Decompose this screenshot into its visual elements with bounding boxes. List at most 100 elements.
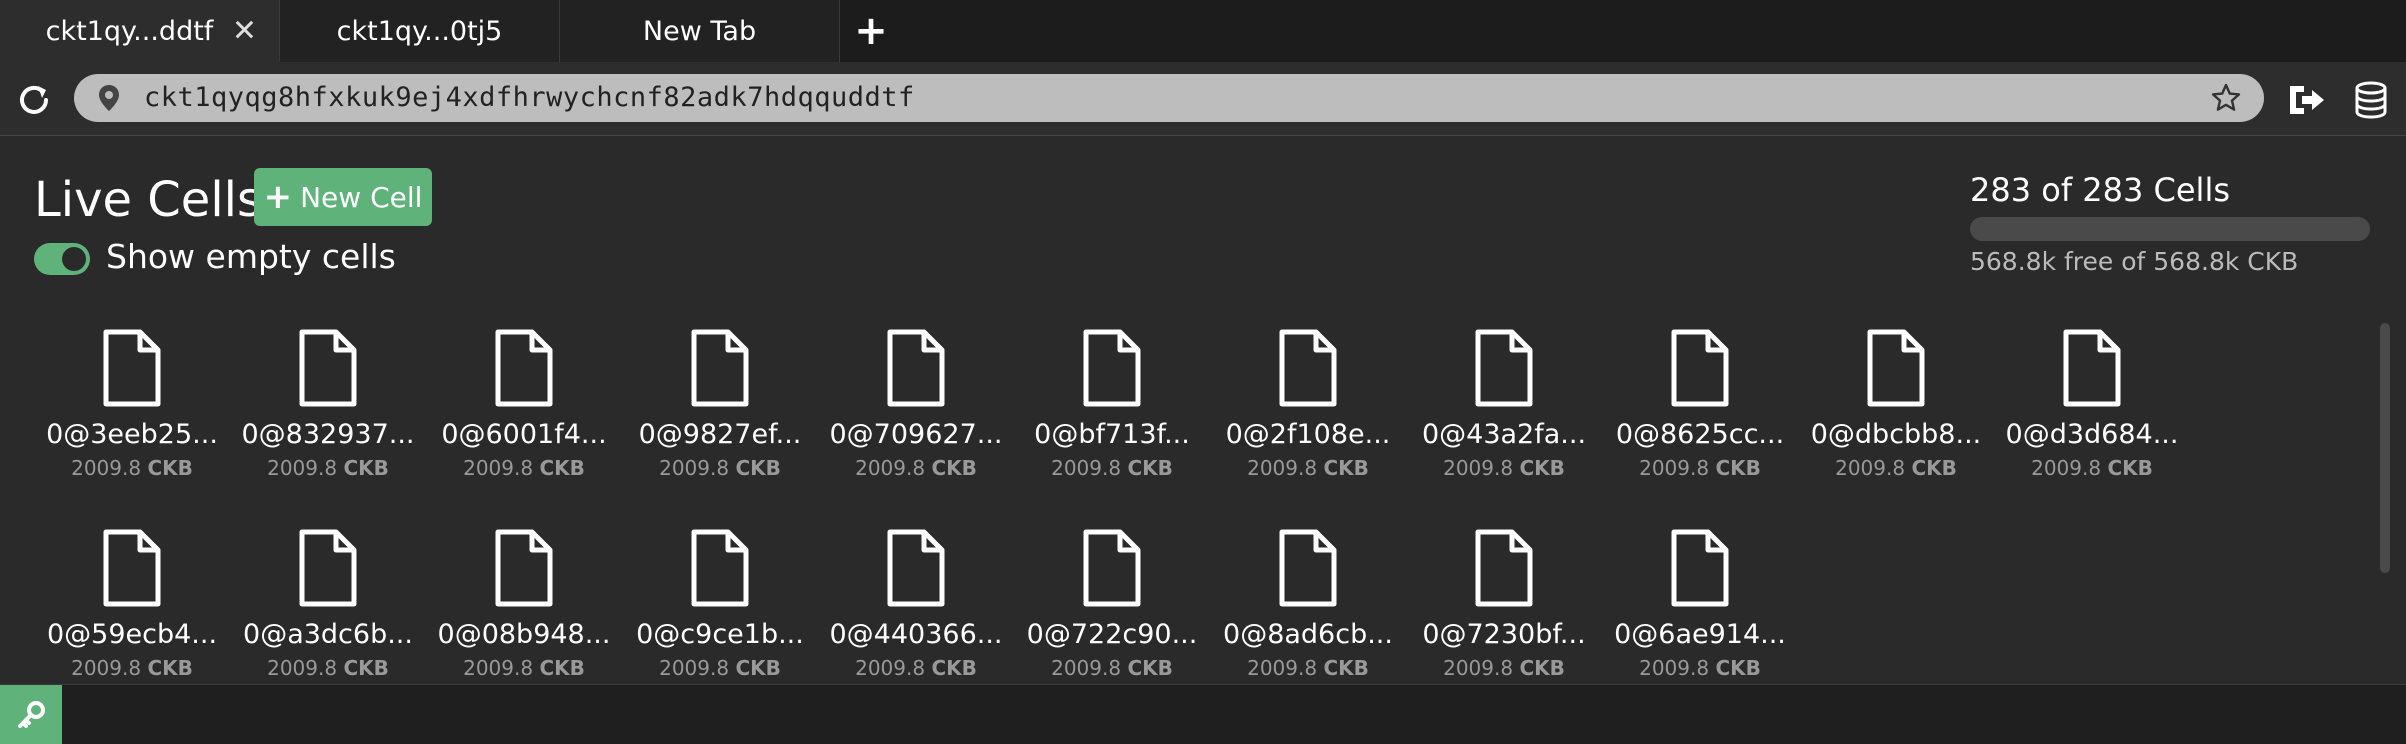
cell-amount-value: 2009.8 bbox=[659, 656, 730, 680]
cell-amount-unit: CKB bbox=[2107, 456, 2153, 480]
file-icon bbox=[1671, 329, 1729, 407]
tab-bar: ckt1qy...ddtf ✕ ckt1qy...0tj5 New Tab + bbox=[0, 0, 2406, 62]
cell-item[interactable]: 0@3eeb25... 2009.8 CKB bbox=[34, 329, 230, 519]
cell-name: 0@c9ce1b... bbox=[636, 619, 804, 650]
cell-amount-unit: CKB bbox=[1127, 456, 1173, 480]
cell-name: 0@6001f4... bbox=[441, 419, 607, 450]
cell-item[interactable]: 0@6001f4... 2009.8 CKB bbox=[426, 329, 622, 519]
cell-name: 0@6ae914... bbox=[1614, 619, 1786, 650]
live-cells-panel: Live Cells + New Cell Show empty cells 2… bbox=[0, 137, 2406, 685]
cell-name: 0@3eeb25... bbox=[46, 419, 218, 450]
cell-amount: 2009.8 CKB bbox=[818, 456, 1014, 480]
file-icon bbox=[299, 329, 357, 407]
plus-icon: + bbox=[263, 177, 293, 217]
cell-amount: 2009.8 CKB bbox=[426, 656, 622, 680]
cells-grid: 0@3eeb25... 2009.8 CKB 0@832937... 2009.8 C… bbox=[34, 329, 2344, 685]
cell-amount-unit: CKB bbox=[1323, 456, 1369, 480]
cell-name: 0@dbcbb8... bbox=[1810, 419, 1982, 450]
tab-3[interactable]: New Tab bbox=[560, 0, 840, 62]
cell-item[interactable]: 0@c9ce1b... 2009.8 CKB bbox=[622, 529, 818, 685]
cell-item[interactable]: 0@709627... 2009.8 CKB bbox=[818, 329, 1014, 519]
cell-item[interactable]: 0@8ad6cb... 2009.8 CKB bbox=[1210, 529, 1406, 685]
capacity-text: 568.8k free of 568.8k CKB bbox=[1970, 247, 2299, 276]
cell-amount-unit: CKB bbox=[539, 456, 585, 480]
star-icon[interactable] bbox=[2210, 82, 2242, 114]
cell-name: 0@59ecb4... bbox=[46, 619, 218, 650]
url-input[interactable]: ckt1qyqg8hfxkuk9ej4xdfhrwychcnf82adk7hdq… bbox=[74, 74, 2264, 122]
cell-name: 0@9827ef... bbox=[638, 419, 802, 450]
cell-amount-value: 2009.8 bbox=[267, 456, 338, 480]
cell-item[interactable]: 0@2f108e... 2009.8 CKB bbox=[1210, 329, 1406, 519]
cell-item[interactable]: 0@59ecb4... 2009.8 CKB bbox=[34, 529, 230, 685]
cell-amount-value: 2009.8 bbox=[1443, 456, 1514, 480]
cell-amount-value: 2009.8 bbox=[1051, 456, 1122, 480]
cell-item[interactable]: 0@722c90... 2009.8 CKB bbox=[1014, 529, 1210, 685]
cell-amount: 2009.8 CKB bbox=[230, 656, 426, 680]
cell-item[interactable]: 0@7230bf... 2009.8 CKB bbox=[1406, 529, 1602, 685]
app-window: ckt1qy...ddtf ✕ ckt1qy...0tj5 New Tab + … bbox=[0, 0, 2406, 744]
new-cell-label: New Cell bbox=[300, 180, 423, 214]
reload-icon[interactable] bbox=[14, 80, 54, 120]
file-icon bbox=[887, 529, 945, 607]
cell-item[interactable]: 0@6ae914... 2009.8 CKB bbox=[1602, 529, 1798, 685]
cell-name: 0@08b948... bbox=[437, 619, 611, 650]
cell-amount: 2009.8 CKB bbox=[1798, 456, 1994, 480]
new-cell-button[interactable]: + New Cell bbox=[254, 168, 432, 226]
cell-name: 0@d3d684... bbox=[2005, 419, 2179, 450]
cell-name: 0@440366... bbox=[829, 619, 1003, 650]
cell-name: 0@709627... bbox=[829, 419, 1003, 450]
cell-item[interactable]: 0@9827ef... 2009.8 CKB bbox=[622, 329, 818, 519]
cell-amount-value: 2009.8 bbox=[71, 656, 142, 680]
cell-amount: 2009.8 CKB bbox=[426, 456, 622, 480]
database-icon[interactable] bbox=[2352, 80, 2390, 120]
cell-item[interactable]: 0@43a2fa... 2009.8 CKB bbox=[1406, 329, 1602, 519]
url-text: ckt1qyqg8hfxkuk9ej4xdfhrwychcnf82adk7hdq… bbox=[144, 82, 915, 113]
cell-amount-unit: CKB bbox=[735, 656, 781, 680]
cell-item[interactable]: 0@d3d684... 2009.8 CKB bbox=[1994, 329, 2190, 519]
key-button[interactable] bbox=[0, 685, 62, 744]
file-icon bbox=[1475, 529, 1533, 607]
cell-amount: 2009.8 CKB bbox=[1210, 656, 1406, 680]
logout-icon[interactable] bbox=[2286, 82, 2326, 118]
cell-amount-value: 2009.8 bbox=[1639, 456, 1710, 480]
cell-amount-unit: CKB bbox=[735, 456, 781, 480]
cell-amount: 2009.8 CKB bbox=[230, 456, 426, 480]
tab-1-label: ckt1qy...ddtf bbox=[45, 15, 214, 47]
tab-2[interactable]: ckt1qy...0tj5 bbox=[280, 0, 560, 62]
cell-item[interactable]: 0@dbcbb8... 2009.8 CKB bbox=[1798, 329, 1994, 519]
cell-item[interactable]: 0@bf713f... 2009.8 CKB bbox=[1014, 329, 1210, 519]
cell-amount-unit: CKB bbox=[1911, 456, 1957, 480]
cell-amount-value: 2009.8 bbox=[71, 456, 142, 480]
cell-name: 0@832937... bbox=[241, 419, 415, 450]
file-icon bbox=[495, 329, 553, 407]
cell-item[interactable]: 0@08b948... 2009.8 CKB bbox=[426, 529, 622, 685]
cell-item[interactable]: 0@8625cc... 2009.8 CKB bbox=[1602, 329, 1798, 519]
cell-item[interactable]: 0@a3dc6b... 2009.8 CKB bbox=[230, 529, 426, 685]
cell-amount: 2009.8 CKB bbox=[1602, 656, 1798, 680]
cell-amount-value: 2009.8 bbox=[1247, 456, 1318, 480]
show-empty-cells-toggle[interactable] bbox=[34, 243, 90, 275]
cell-amount-value: 2009.8 bbox=[1443, 656, 1514, 680]
address-bar: ckt1qyqg8hfxkuk9ej4xdfhrwychcnf82adk7hdq… bbox=[0, 62, 2406, 136]
cell-amount-unit: CKB bbox=[147, 656, 193, 680]
toggle-label: Show empty cells bbox=[106, 237, 396, 276]
cell-amount: 2009.8 CKB bbox=[1014, 456, 1210, 480]
tab-1[interactable]: ckt1qy...ddtf ✕ bbox=[0, 0, 280, 62]
cell-amount-unit: CKB bbox=[343, 456, 389, 480]
cell-name: 0@7230bf... bbox=[1422, 619, 1586, 650]
file-icon bbox=[1671, 529, 1729, 607]
new-tab-button[interactable]: + bbox=[840, 0, 902, 62]
cell-amount-value: 2009.8 bbox=[1247, 656, 1318, 680]
scrollbar[interactable] bbox=[2380, 323, 2390, 573]
cell-amount-unit: CKB bbox=[1127, 656, 1173, 680]
cell-amount-value: 2009.8 bbox=[267, 656, 338, 680]
key-icon bbox=[18, 701, 45, 728]
cell-amount: 2009.8 CKB bbox=[1406, 456, 1602, 480]
cell-item[interactable]: 0@440366... 2009.8 CKB bbox=[818, 529, 1014, 685]
bottom-bar bbox=[0, 684, 2406, 744]
cell-amount: 2009.8 CKB bbox=[818, 656, 1014, 680]
file-icon bbox=[691, 529, 749, 607]
cell-item[interactable]: 0@832937... 2009.8 CKB bbox=[230, 329, 426, 519]
close-icon[interactable]: ✕ bbox=[232, 14, 257, 49]
cell-amount-unit: CKB bbox=[343, 656, 389, 680]
